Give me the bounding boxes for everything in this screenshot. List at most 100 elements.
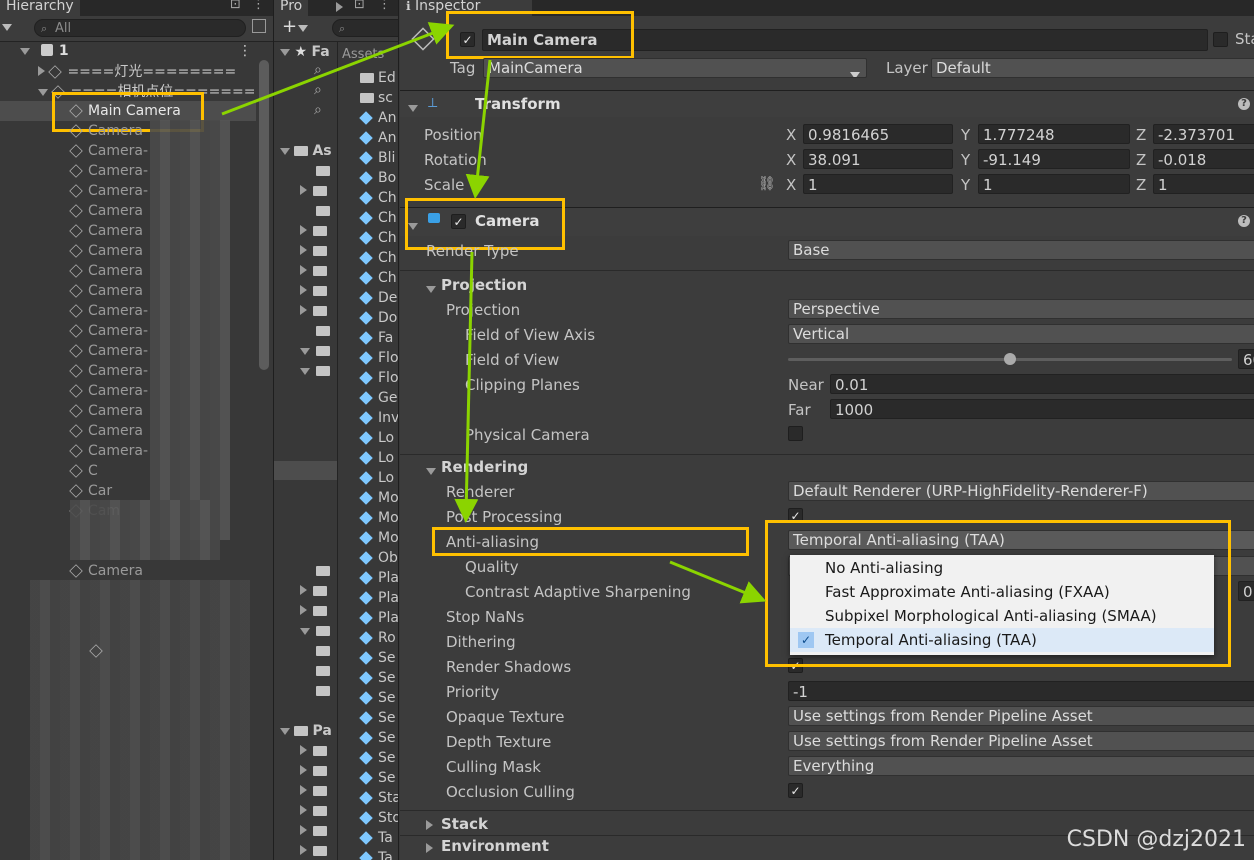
folder-row[interactable]: [300, 641, 334, 661]
scene-row[interactable]: 1: [20, 41, 69, 61]
renderer-dropdown[interactable]: Default Renderer (URP-HighFidelity-Rende…: [788, 481, 1254, 501]
hierarchy-tab[interactable]: Hierarchy: [0, 0, 80, 16]
folder-row[interactable]: [300, 301, 331, 321]
foldout-icon[interactable]: [300, 265, 307, 275]
projection-section-title[interactable]: Projection: [441, 276, 527, 294]
add-dropdown-icon[interactable]: [298, 20, 308, 36]
fov-slider-thumb[interactable]: [1004, 353, 1016, 365]
far-field[interactable]: 1000: [830, 399, 1254, 419]
asset-item[interactable]: Fa: [359, 328, 393, 348]
axis-z-label[interactable]: Z: [1136, 126, 1146, 144]
occlusion-culling-checkbox[interactable]: ✓: [788, 783, 803, 798]
foldout-icon[interactable]: [426, 281, 436, 297]
axis-x-label[interactable]: X: [786, 151, 796, 169]
hierarchy-item[interactable]: Camera: [69, 121, 143, 141]
split-divider[interactable]: [337, 42, 338, 860]
foldout-icon[interactable]: [300, 785, 307, 795]
fov-value-field[interactable]: 60: [1238, 349, 1254, 369]
rotation-z-field[interactable]: -0.018: [1153, 149, 1254, 169]
foldout-icon[interactable]: [300, 225, 307, 235]
project-tab[interactable]: Pro: [274, 0, 309, 16]
asset-item[interactable]: Ob: [359, 548, 398, 568]
folder-row[interactable]: [300, 761, 331, 781]
axis-y-label[interactable]: Y: [961, 176, 970, 194]
asset-item[interactable]: Se: [359, 648, 396, 668]
hierarchy-item[interactable]: Camera: [69, 201, 143, 221]
lock-icon[interactable]: ⊡: [354, 0, 365, 12]
foldout-icon[interactable]: [300, 285, 307, 295]
axis-x-label[interactable]: X: [786, 126, 796, 144]
opaque-texture-dropdown[interactable]: Use settings from Render Pipeline Asset: [788, 706, 1254, 726]
folder-row[interactable]: [300, 341, 334, 361]
object-row[interactable]: [89, 641, 108, 661]
folder-row[interactable]: [300, 221, 331, 241]
asset-item[interactable]: Pla: [359, 608, 398, 628]
hierarchy-item[interactable]: Camera-: [69, 341, 148, 361]
stack-section-title[interactable]: Stack: [441, 815, 488, 833]
expand-icon[interactable]: [20, 48, 30, 55]
breadcrumb-assets[interactable]: Assets: [342, 45, 384, 65]
project-search-input[interactable]: ⌕: [332, 19, 398, 37]
foldout-icon[interactable]: [300, 305, 307, 315]
asset-item[interactable]: Lo: [359, 448, 394, 468]
foldout-icon[interactable]: [300, 368, 310, 375]
foldout-icon[interactable]: [426, 818, 433, 834]
add-icon[interactable]: +: [282, 16, 297, 37]
packages-row[interactable]: Pa: [280, 721, 332, 741]
position-z-field[interactable]: -2.373701: [1153, 124, 1254, 144]
asset-item[interactable]: Ta: [359, 828, 393, 848]
cas-value-field[interactable]: 0.: [1238, 581, 1254, 601]
scale-x-field[interactable]: 1: [803, 174, 953, 194]
asset-item[interactable]: Se: [359, 748, 396, 768]
rotation-y-field[interactable]: -91.149: [978, 149, 1130, 169]
folder-row[interactable]: [300, 741, 331, 761]
axis-z-label[interactable]: Z: [1136, 151, 1146, 169]
folder-row[interactable]: [300, 781, 331, 801]
hierarchy-item[interactable]: Camera: [69, 401, 143, 421]
asset-item[interactable]: Ro: [359, 628, 396, 648]
hierarchy-item[interactable]: C: [69, 461, 98, 481]
foldout-icon[interactable]: [300, 348, 310, 355]
more-icon[interactable]: ⋮: [378, 0, 391, 12]
scene-menu-icon[interactable]: ⋮: [238, 43, 252, 59]
rotation-x-field[interactable]: 38.091: [803, 149, 953, 169]
foldout-icon[interactable]: [408, 100, 418, 116]
folder-row[interactable]: [300, 801, 331, 821]
environment-section-title[interactable]: Environment: [441, 837, 549, 855]
foldout-icon[interactable]: [300, 185, 307, 195]
folder-row[interactable]: [300, 321, 334, 341]
folder-row[interactable]: [300, 161, 334, 181]
folder-row[interactable]: [300, 261, 331, 281]
asset-item[interactable]: Ta: [359, 848, 393, 860]
hierarchy-search-input[interactable]: ⌕ All: [34, 19, 246, 37]
folder-row[interactable]: [300, 821, 331, 841]
foldout-icon[interactable]: [426, 841, 433, 857]
folder-row[interactable]: [300, 281, 331, 301]
asset-item[interactable]: Se: [359, 768, 396, 788]
folder-row[interactable]: [300, 601, 331, 621]
asset-item[interactable]: Pla: [359, 588, 398, 608]
asset-item[interactable]: Mo: [359, 528, 398, 548]
render-type-dropdown[interactable]: Base: [788, 240, 1254, 260]
expand-icon[interactable]: [38, 89, 48, 96]
folder-row[interactable]: [300, 201, 334, 221]
axis-y-label[interactable]: Y: [961, 151, 970, 169]
depth-texture-dropdown[interactable]: Use settings from Render Pipeline Asset: [788, 731, 1254, 751]
hierarchy-item[interactable]: Camera-: [69, 381, 148, 401]
hierarchy-item[interactable]: Camera: [69, 221, 143, 241]
asset-item[interactable]: sc: [360, 88, 393, 108]
hierarchy-item[interactable]: Car: [69, 481, 112, 501]
hierarchy-item[interactable]: Camera-: [69, 161, 148, 181]
asset-item[interactable]: Flo: [359, 348, 398, 368]
scale-z-field[interactable]: 1: [1153, 174, 1254, 194]
asset-item[interactable]: Do: [359, 308, 397, 328]
hierarchy-item[interactable]: Camera-: [69, 361, 148, 381]
collapsed-icon[interactable]: [38, 66, 45, 76]
foldout-icon[interactable]: [300, 805, 307, 815]
foldout-icon[interactable]: [300, 628, 310, 635]
folder-row[interactable]: [300, 581, 331, 601]
hierarchy-item[interactable]: Camera-: [69, 181, 148, 201]
folder-row[interactable]: [300, 841, 331, 860]
more-icon[interactable]: ⋮: [252, 0, 265, 12]
asset-item[interactable]: Sta: [359, 788, 398, 808]
